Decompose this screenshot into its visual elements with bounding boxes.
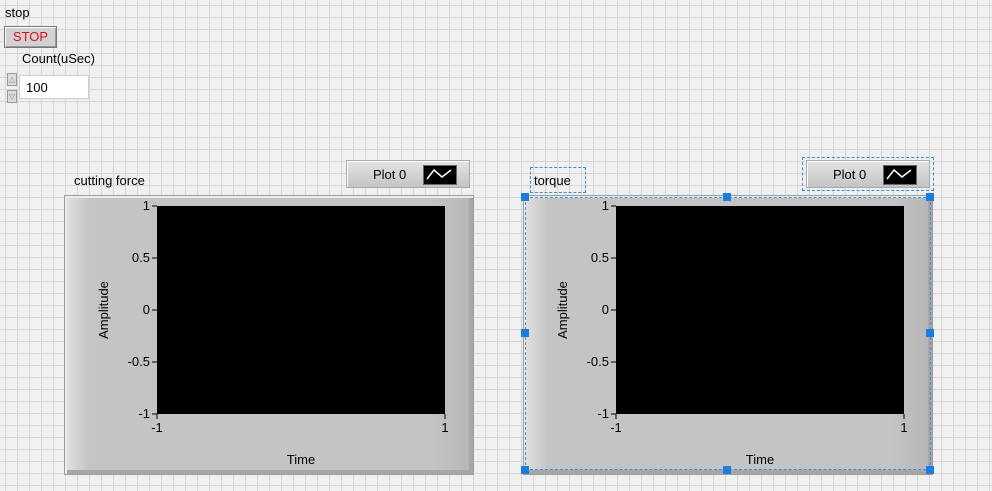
plot-area bbox=[157, 206, 445, 414]
legend-plot-name: Plot 0 bbox=[833, 167, 867, 182]
resize-handle-top-right[interactable] bbox=[926, 193, 934, 201]
chart-selection-outline bbox=[525, 197, 931, 470]
stop-label: stop bbox=[5, 5, 30, 20]
increment-arrow-icon[interactable]: △ bbox=[7, 73, 17, 86]
y-tick-label: 1 bbox=[143, 198, 150, 213]
y-tick-label: -0.5 bbox=[128, 354, 150, 369]
plot-legend-cutting-force[interactable]: Plot 0 bbox=[346, 160, 470, 188]
resize-handle-left[interactable] bbox=[521, 329, 529, 337]
count-label: Count(uSec) bbox=[22, 51, 95, 66]
resize-handle-bottom-right[interactable] bbox=[926, 466, 934, 474]
count-stepper[interactable]: △ ▽ bbox=[7, 73, 17, 103]
plot-legend-torque[interactable]: Plot 0 bbox=[806, 160, 930, 188]
y-tick-label: 0.5 bbox=[132, 250, 150, 265]
y-tick-label: 0 bbox=[143, 302, 150, 317]
resize-handle-right[interactable] bbox=[926, 329, 934, 337]
decrement-arrow-icon[interactable]: ▽ bbox=[7, 90, 17, 103]
chart-label-torque: torque bbox=[534, 173, 571, 188]
waveform-chart-cutting-force[interactable]: 1 0.5 0 -0.5 -1 -1 1 Time Amplitude bbox=[64, 195, 474, 475]
count-input[interactable] bbox=[19, 75, 89, 99]
chart-label-cutting-force: cutting force bbox=[74, 173, 145, 188]
resize-handle-bottom[interactable] bbox=[723, 466, 731, 474]
y-tick-label: -1 bbox=[138, 406, 150, 421]
chart-svg: 1 0.5 0 -0.5 -1-1 1 Time Amplitude bbox=[96, 198, 449, 467]
resize-handle-top-left[interactable] bbox=[521, 193, 529, 201]
stop-button[interactable]: STOP bbox=[4, 26, 57, 48]
plot-line-style-icon[interactable] bbox=[883, 165, 917, 185]
y-axis-title: Amplitude bbox=[96, 281, 111, 339]
legend-plot-name: Plot 0 bbox=[373, 167, 407, 182]
x-tick-label: -1 bbox=[151, 420, 163, 435]
resize-handle-bottom-left[interactable] bbox=[521, 466, 529, 474]
plot-line-style-icon[interactable] bbox=[423, 165, 457, 185]
resize-handle-top[interactable] bbox=[723, 193, 731, 201]
x-axis-title: Time bbox=[287, 452, 315, 467]
x-tick-label: 1 bbox=[441, 420, 448, 435]
